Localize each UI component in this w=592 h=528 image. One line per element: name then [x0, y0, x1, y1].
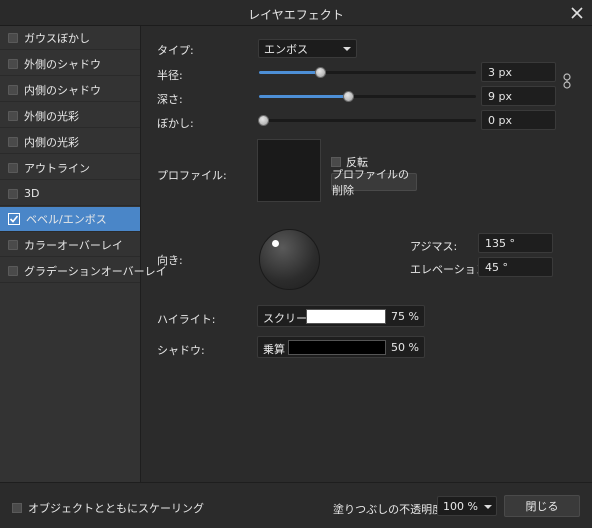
chevron-down-icon	[343, 47, 351, 51]
type-label: タイプ:	[157, 44, 194, 57]
sidebar-item-outer-shadow[interactable]: 外側のシャドウ	[0, 52, 140, 76]
3d-checkbox[interactable]	[8, 188, 18, 199]
radius-input[interactable]: 3 px	[481, 62, 556, 82]
sidebar-item-label: カラーオーバーレイ	[24, 238, 123, 252]
slider-thumb[interactable]	[342, 91, 354, 102]
fill-opacity-label: 塗りつぶしの不透明度:	[333, 503, 447, 516]
sidebar-item-gradient-overlay[interactable]: グラデーションオーバーレイ	[0, 259, 167, 283]
shadow-blend-control[interactable]: 乗算 50 %	[257, 336, 425, 358]
shadow-label: シャドウ:	[157, 344, 205, 357]
delete-profile-button[interactable]: プロファイルの削除	[331, 168, 417, 197]
profile-curve-preview[interactable]	[257, 139, 321, 202]
close-button[interactable]	[568, 4, 586, 22]
sidebar-item-bevel-emboss[interactable]: ベベル/エンボス	[0, 207, 140, 232]
effects-sidebar: ガウスぼかし 外側のシャドウ 内側のシャドウ 外側の光彩 内側の光彩 アウトライ…	[0, 26, 167, 482]
depth-slider[interactable]	[259, 90, 476, 104]
scale-with-object-label: オブジェクトとともにスケーリング	[28, 502, 204, 515]
title-bar: レイヤエフェクト	[0, 0, 592, 26]
radius-label: 半径:	[157, 69, 183, 82]
elevation-input[interactable]: 45 °	[478, 257, 553, 277]
fill-opacity-value: 100 %	[443, 499, 478, 513]
slider-fill	[259, 71, 320, 74]
type-dropdown[interactable]: エンボス	[258, 39, 357, 58]
link-icon[interactable]	[562, 72, 572, 90]
sidebar-item-outline[interactable]: アウトライン	[0, 156, 140, 180]
highlight-color-swatch[interactable]	[306, 309, 386, 324]
depth-label: 深さ:	[157, 93, 183, 106]
sidebar-item-label: 外側の光彩	[24, 109, 79, 123]
sidebar-item-label: 3D	[24, 187, 40, 200]
direction-dial[interactable]	[259, 229, 320, 290]
sidebar-item-label: ガウスぼかし	[24, 31, 90, 45]
outer-glow-checkbox[interactable]	[8, 110, 18, 121]
blur-input[interactable]: 0 px	[481, 110, 556, 130]
gaussian-blur-checkbox[interactable]	[8, 32, 18, 43]
profile-label: プロファイル:	[157, 169, 227, 182]
sidebar-item-outer-glow[interactable]: 外側の光彩	[0, 104, 140, 128]
sidebar-item-label: 内側の光彩	[24, 135, 79, 149]
chevron-down-icon	[484, 505, 492, 509]
direction-label: 向き:	[157, 254, 183, 267]
slider-fill	[259, 95, 348, 98]
inner-shadow-checkbox[interactable]	[8, 84, 18, 95]
close-dialog-button[interactable]: 閉じる	[504, 495, 580, 517]
blur-label: ぼかし:	[157, 117, 194, 130]
highlight-label: ハイライト:	[157, 313, 216, 326]
sidebar-item-color-overlay[interactable]: カラーオーバーレイ	[0, 233, 140, 257]
checkmark-icon	[9, 215, 19, 223]
fill-opacity-dropdown[interactable]: 100 %	[437, 496, 497, 516]
sidebar-item-inner-shadow[interactable]: 内側のシャドウ	[0, 78, 140, 102]
azimuth-label: アジマス:	[410, 240, 458, 253]
sidebar-item-label: 外側のシャドウ	[24, 57, 101, 71]
sidebar-item-3d[interactable]: 3D	[0, 182, 140, 206]
azimuth-input[interactable]: 135 °	[478, 233, 553, 253]
sidebar-item-label: グラデーションオーバーレイ	[24, 264, 167, 278]
dialog-title: レイヤエフェクト	[248, 8, 344, 22]
close-icon	[571, 7, 583, 19]
sidebar-item-label: ベベル/エンボス	[26, 213, 107, 226]
sidebar-item-inner-glow[interactable]: 内側の光彩	[0, 130, 140, 154]
scale-with-object-row[interactable]: オブジェクトとともにスケーリング	[12, 500, 204, 516]
bevel-emboss-checkbox[interactable]	[8, 213, 20, 225]
highlight-blend-control[interactable]: スクリーン 75 %	[257, 305, 425, 327]
outer-shadow-checkbox[interactable]	[8, 58, 18, 69]
sidebar-item-label: アウトライン	[24, 161, 90, 175]
slider-thumb[interactable]	[258, 115, 270, 126]
slider-thumb[interactable]	[314, 67, 326, 78]
shadow-blend-mode: 乗算	[263, 343, 285, 356]
blur-slider[interactable]	[258, 114, 476, 128]
shadow-color-swatch[interactable]	[288, 340, 386, 355]
gradient-overlay-checkbox[interactable]	[8, 265, 18, 276]
highlight-opacity: 75 %	[391, 310, 419, 323]
shadow-opacity: 50 %	[391, 341, 419, 354]
radius-slider[interactable]	[259, 66, 476, 80]
sidebar-item-label: 内側のシャドウ	[24, 83, 101, 97]
direction-dial-handle[interactable]	[272, 240, 279, 247]
dialog-footer: オブジェクトとともにスケーリング 塗りつぶしの不透明度: 100 % 閉じる	[0, 482, 592, 528]
depth-input[interactable]: 9 px	[481, 86, 556, 106]
inner-glow-checkbox[interactable]	[8, 136, 18, 147]
outline-checkbox[interactable]	[8, 162, 18, 173]
sidebar-item-gaussian-blur[interactable]: ガウスぼかし	[0, 26, 140, 50]
scale-with-object-checkbox[interactable]	[12, 503, 22, 513]
type-dropdown-value: エンボス	[264, 42, 308, 56]
slider-track	[259, 119, 476, 122]
color-overlay-checkbox[interactable]	[8, 239, 18, 250]
